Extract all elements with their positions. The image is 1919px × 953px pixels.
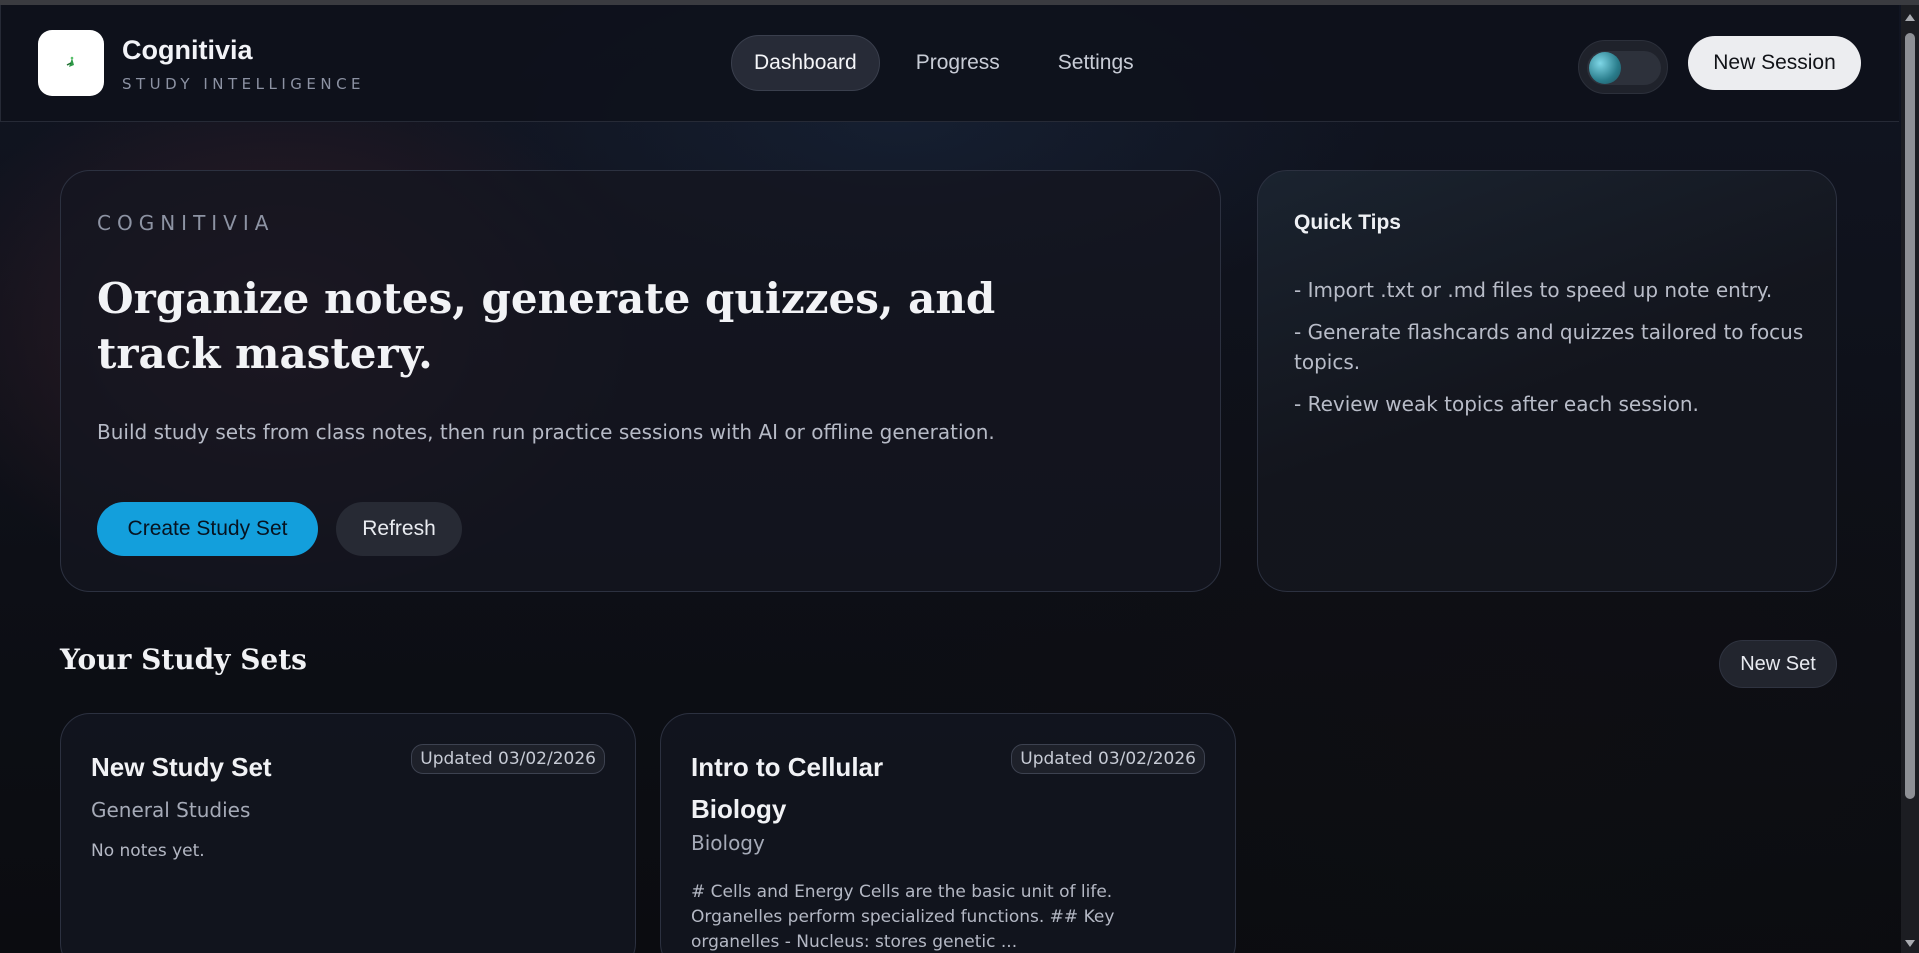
new-session-button[interactable]: New Session: [1688, 36, 1861, 90]
scroll-down-arrow-icon[interactable]: [1905, 940, 1915, 947]
hero-title: Organize notes, generate quizzes, and tr…: [97, 274, 996, 378]
study-set-subject: General Studies: [91, 798, 251, 822]
study-set-card[interactable]: New Study Set Updated 03/02/2026 General…: [60, 713, 636, 953]
updated-badge: Updated 03/02/2026: [411, 744, 605, 774]
scroll-up-arrow-icon[interactable]: [1905, 14, 1915, 21]
tip-item: - Import .txt or .md files to speed up n…: [1294, 278, 1773, 302]
study-set-title: Intro to Cellular Biology: [691, 752, 884, 824]
quick-tips-title: Quick Tips: [1294, 211, 1401, 234]
study-set-card[interactable]: Intro to Cellular Biology Updated 03/02/…: [660, 713, 1236, 953]
scrollbar-thumb[interactable]: [1905, 33, 1915, 799]
nav-progress[interactable]: Progress: [894, 35, 1022, 91]
study-set-title: New Study Set: [91, 752, 272, 782]
study-set-subject: Biology: [691, 831, 765, 855]
quick-tips-card: Quick Tips - Import .txt or .md files to…: [1257, 170, 1837, 592]
create-study-set-button[interactable]: Create Study Set: [97, 502, 318, 556]
toggle-knob-icon: [1589, 52, 1621, 84]
nav-settings[interactable]: Settings: [1036, 35, 1156, 91]
study-set-notes: # Cells and Energy Cells are the basic u…: [691, 882, 1115, 952]
tip-item: - Generate flashcards and quizzes tailor…: [1294, 320, 1804, 374]
study-sets-title: Your Study Sets: [60, 643, 307, 676]
app-name: Cognitivia: [122, 35, 253, 65]
app-tagline: STUDY INTELLIGENCE: [122, 75, 366, 93]
quick-tips-list: - Import .txt or .md files to speed up n…: [1294, 275, 1804, 431]
top-header: Cognitivia STUDY INTELLIGENCE Dashboard …: [0, 5, 1899, 122]
refresh-button[interactable]: Refresh: [336, 502, 462, 556]
new-set-button[interactable]: New Set: [1719, 640, 1837, 688]
app-logo[interactable]: [38, 30, 104, 96]
updated-badge: Updated 03/02/2026: [1011, 744, 1205, 774]
nav-dashboard[interactable]: Dashboard: [731, 35, 880, 91]
hero-eyebrow: COGNITIVIA: [97, 211, 275, 235]
hero-card: COGNITIVIA Organize notes, generate quiz…: [60, 170, 1221, 592]
theme-toggle[interactable]: [1578, 40, 1668, 94]
main-nav: Dashboard Progress Settings: [731, 35, 1156, 91]
study-set-notes: No notes yet.: [91, 841, 205, 861]
page-scrollbar[interactable]: [1901, 5, 1919, 953]
tip-item: - Review weak topics after each session.: [1294, 392, 1699, 416]
leaf-logo-icon: [66, 56, 74, 67]
hero-subtitle: Build study sets from class notes, then …: [97, 420, 995, 444]
